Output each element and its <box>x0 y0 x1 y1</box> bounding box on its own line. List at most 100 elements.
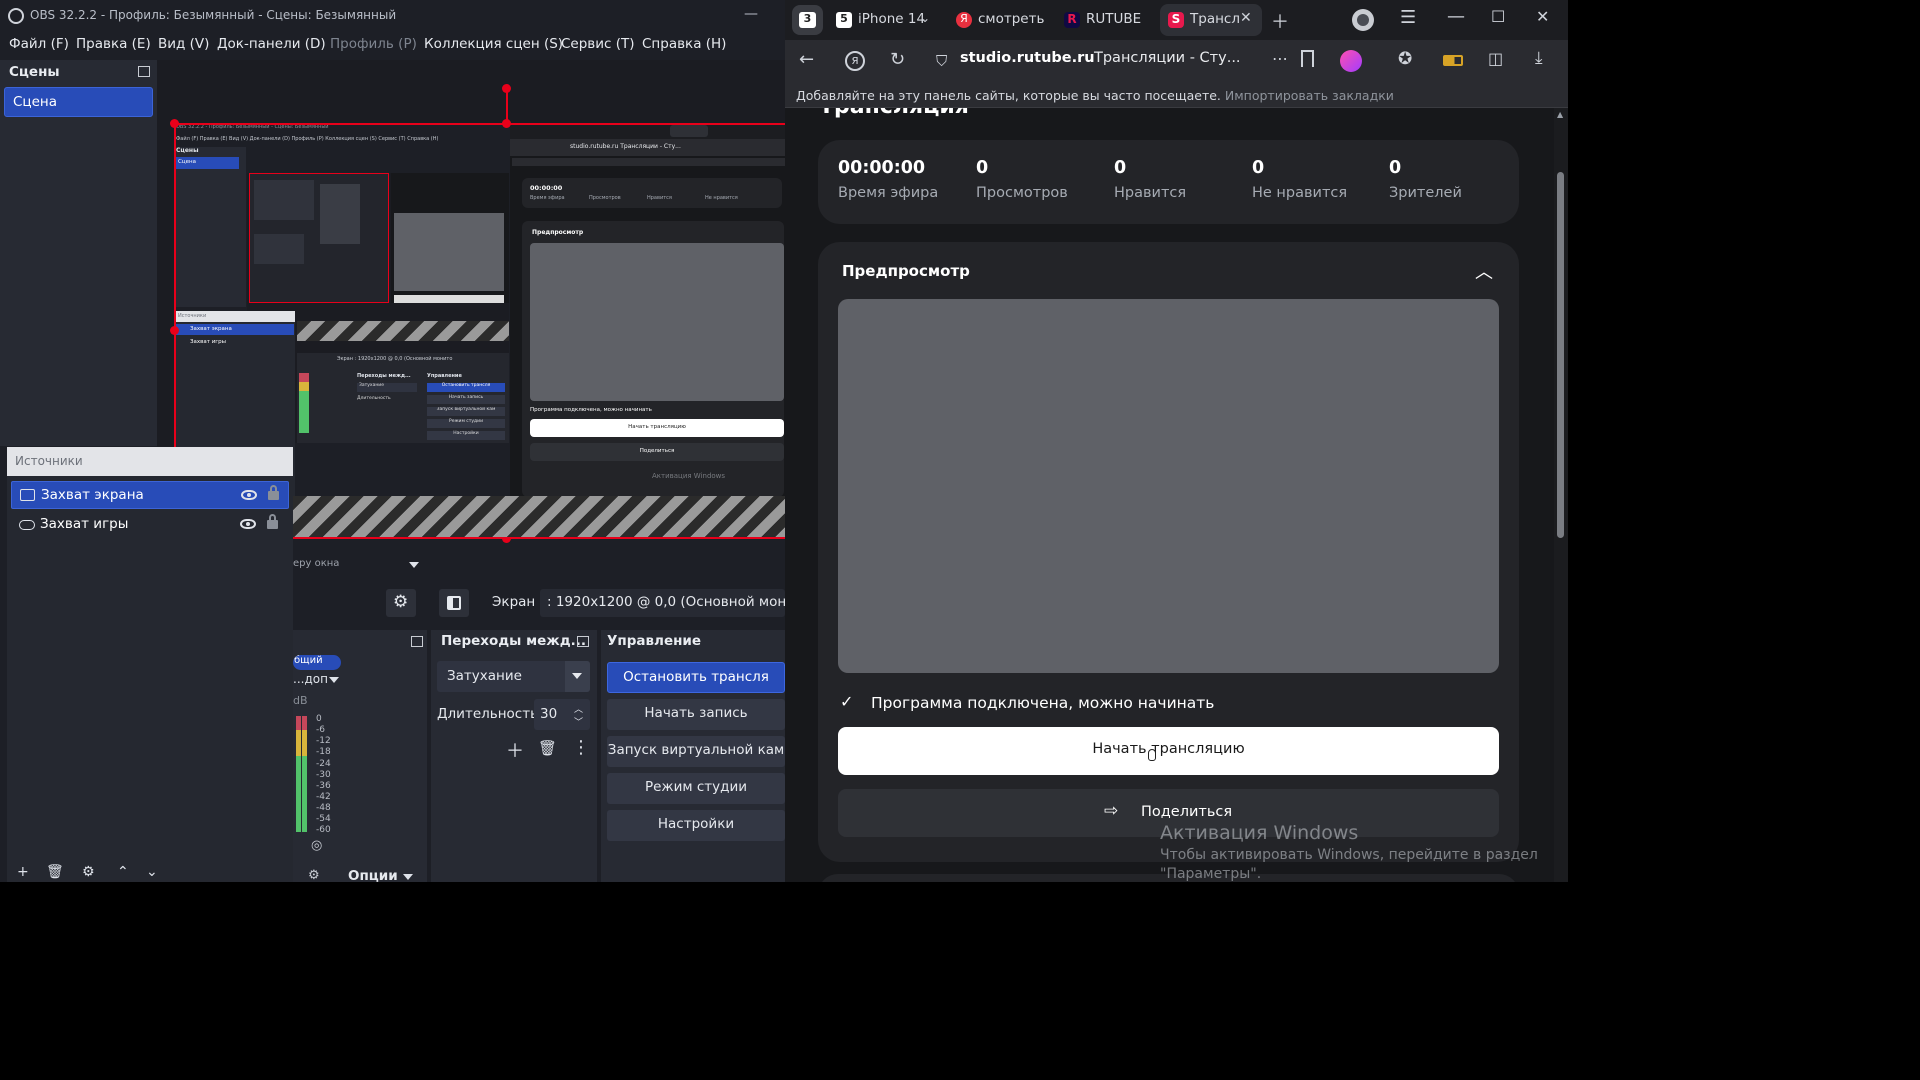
meter-tick: 0 <box>316 714 322 724</box>
tab-iphone-14[interactable]: 5 iPhone 14 ⌄ <box>828 4 940 36</box>
menu-view[interactable]: Вид (V) <box>158 36 209 52</box>
tab-badge: 5 <box>836 12 852 28</box>
meter-tick: -60 <box>316 825 331 835</box>
rotation-handle[interactable] <box>502 84 511 93</box>
menu-help[interactable]: Справка (H) <box>642 36 726 52</box>
minimize-icon[interactable]: — <box>1447 6 1465 27</box>
options-button[interactable]: Опции <box>348 868 398 882</box>
chevron-up-icon[interactable]: ︿ <box>1475 258 1493 284</box>
menu-edit[interactable]: Правка (E) <box>76 36 151 52</box>
mixer-gear-icon[interactable]: ⚙ <box>308 868 320 882</box>
lock-icon[interactable] <box>267 514 278 529</box>
nested-stat-label-1: Просмотров <box>589 195 621 201</box>
source-item-screen-capture[interactable]: Захват экрана <box>11 481 289 509</box>
nested-stats-card: 00:00:00 Время эфира Просмотров Нравится… <box>522 178 782 208</box>
yandex-home-icon[interactable]: я <box>845 51 865 71</box>
download-icon[interactable]: ⤓ <box>1535 48 1543 68</box>
resize-handle-left[interactable] <box>170 326 179 335</box>
alice-icon[interactable] <box>1340 50 1362 72</box>
filters-icon[interactable] <box>439 589 469 617</box>
nested-scene-item: Сцена <box>175 157 239 169</box>
stat-value-airtime: 00:00:00 <box>838 158 926 178</box>
settings-button[interactable]: Настройки <box>607 810 785 841</box>
page-content: Трансляция 00:00:00 Время эфира 0 Просмо… <box>785 108 1568 882</box>
scene-item[interactable]: Сцена <box>4 87 153 117</box>
source-label: Захват игры <box>40 516 129 532</box>
remove-transition-icon[interactable]: 🗑 <box>538 739 557 757</box>
visibility-eye-icon[interactable] <box>241 490 257 500</box>
deep-settings-btn: Настройки <box>427 431 505 440</box>
more-icon[interactable]: ⋯ <box>1272 49 1288 68</box>
undock-icon[interactable] <box>411 636 423 647</box>
meter-green <box>296 756 301 832</box>
import-bookmarks-link[interactable]: Импортировать закладки <box>1225 88 1394 103</box>
scroll-up-icon[interactable]: ▲ <box>1557 110 1563 119</box>
source-item-game-capture[interactable]: Захват игры <box>11 511 289 539</box>
spin-up-icon[interactable]: ︿ <box>574 702 583 715</box>
chevron-down-icon[interactable] <box>565 661 590 692</box>
chevron-down-icon[interactable] <box>329 677 339 683</box>
visibility-eye-icon[interactable] <box>240 519 256 529</box>
tab-rutube-studio[interactable]: S Трансл ✕ <box>1160 4 1262 36</box>
menu-profile[interactable]: Профиль (P) <box>330 36 417 52</box>
lock-icon[interactable] <box>268 485 279 500</box>
menu-file[interactable]: Файл (F) <box>9 36 69 52</box>
collections-icon[interactable]: ◫ <box>1488 49 1503 68</box>
nested-preview-title: Предпросмотр <box>532 229 584 236</box>
close-window-icon[interactable]: ✕ <box>1536 7 1549 26</box>
battery-saver-icon[interactable] <box>1443 55 1463 66</box>
obs-preview-canvas[interactable]: OBS 32.2.2 - Профиль: Безымянный - Сцены… <box>157 60 785 543</box>
tab-groups-button[interactable]: 3 <box>792 5 823 35</box>
context-source-label: Экран <box>492 594 536 610</box>
remove-source-icon[interactable]: 🗑 <box>46 864 64 880</box>
url-host[interactable]: studio.rutube.ru <box>960 50 1095 66</box>
tab-rutube[interactable]: R RUTUBE <box>1056 4 1152 36</box>
volume-meter-right <box>302 716 307 832</box>
minimize-icon[interactable]: — <box>744 6 758 22</box>
start-virtual-camera-button[interactable]: Запуск виртуальной кам <box>607 736 785 767</box>
add-source-icon[interactable]: + <box>17 864 29 880</box>
gear-icon[interactable]: ⚙ <box>386 589 416 617</box>
stop-streaming-button[interactable]: Остановить трансля <box>607 662 785 693</box>
profile-avatar[interactable] <box>1352 9 1374 31</box>
new-tab-icon[interactable]: ＋ <box>1271 8 1289 34</box>
resize-handle-top[interactable] <box>502 119 511 128</box>
maximize-icon[interactable]: ☐ <box>1491 7 1505 26</box>
deep-block <box>254 234 304 264</box>
undock-icon[interactable] <box>138 66 150 77</box>
scrollbar-track[interactable]: ▲ <box>1554 108 1568 882</box>
back-icon[interactable]: ← <box>799 49 814 70</box>
deep-start-btn <box>394 295 504 303</box>
reload-icon[interactable]: ↻ <box>890 49 905 70</box>
move-up-icon[interactable]: ⌃ <box>117 864 129 880</box>
undock-icon[interactable] <box>577 636 589 647</box>
tab-yandex-search[interactable]: Я смотреть <box>948 4 1048 36</box>
add-transition-icon[interactable]: ＋ <box>506 737 524 763</box>
headphones-icon[interactable]: ◎ <box>311 838 322 853</box>
duration-spinbox[interactable]: 30 ︿ ﹀ <box>534 699 590 730</box>
move-down-icon[interactable]: ⌄ <box>146 864 158 880</box>
menu-icon[interactable]: ☰ <box>1400 7 1416 28</box>
menu-tools[interactable]: Сервис (T) <box>561 36 635 52</box>
display-select[interactable]: : 1920x1200 @ 0,0 (Основной монито <box>540 589 785 617</box>
resize-handle-tl[interactable] <box>170 119 179 128</box>
bookmark-icon[interactable] <box>1301 50 1314 67</box>
mouse-cursor-icon <box>1148 749 1156 761</box>
shield-icon[interactable]: ⛉ <box>936 52 947 70</box>
transition-select[interactable]: Затухание <box>437 661 590 692</box>
window-match-field[interactable]: еру окна <box>293 558 423 576</box>
studio-mode-button[interactable]: Режим студии <box>607 773 785 804</box>
more-options-icon[interactable]: ⋮ <box>572 737 590 758</box>
start-recording-button[interactable]: Начать запись <box>607 699 785 730</box>
start-broadcast-button[interactable]: Начать трансляцию <box>838 727 1499 775</box>
extension-icon[interactable]: ✪ <box>1398 49 1412 69</box>
close-tab-icon[interactable]: ✕ <box>1240 10 1252 26</box>
scene-transitions-dock: Переходы межд... Затухание Длительность … <box>431 630 597 882</box>
spin-down-icon[interactable]: ﹀ <box>574 715 583 728</box>
source-properties-icon[interactable]: ⚙ <box>82 864 95 880</box>
mixer-tab[interactable]: бщий <box>293 655 341 670</box>
nested-preview-card: Предпросмотр Программа подключена, можно… <box>522 221 784 497</box>
scrollbar-thumb[interactable] <box>1557 172 1564 538</box>
menu-scene-collection[interactable]: Коллекция сцен (S) <box>424 36 563 52</box>
menu-docks[interactable]: Док-панели (D) <box>217 36 326 52</box>
